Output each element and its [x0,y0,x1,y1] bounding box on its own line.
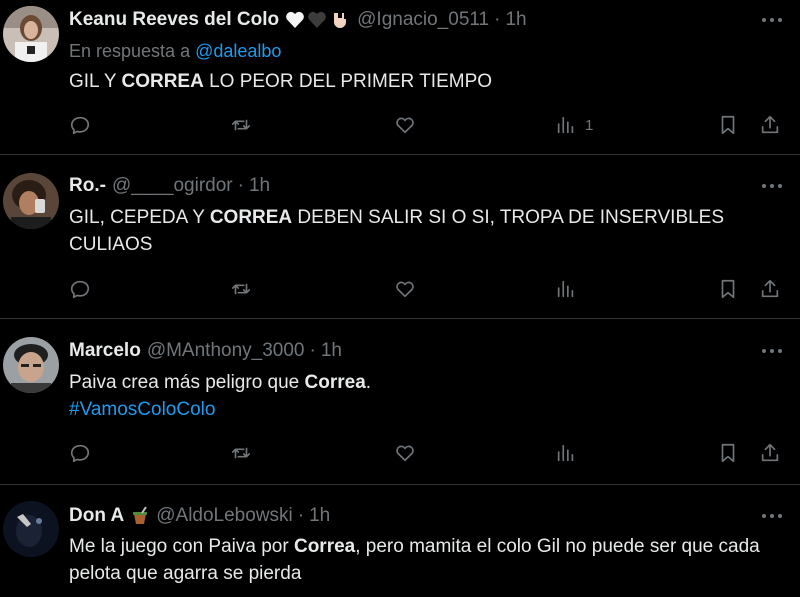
hashtag-link[interactable]: #VamosColoColo [69,396,760,423]
reply-icon [70,280,90,299]
like-button[interactable] [394,110,416,140]
retweet-icon [231,447,251,459]
share-icon [761,443,779,462]
user-handle[interactable]: @AldoLebowski [156,505,293,527]
tweet-text: GIL, CEPEDA Y CORREA DEBEN SALIR SI O SI… [69,207,725,255]
display-name[interactable]: Marcelo [69,340,141,362]
more-options-icon[interactable] [760,506,784,526]
tweet-header: Keanu Reeves del Colo @Ignacio_0511 · 1h [69,8,527,32]
separator-dot: · [297,505,305,526]
reply-button[interactable] [69,274,91,304]
tweet-header: Ro.- @____ogirdor · 1h [69,174,270,198]
timestamp[interactable]: 1h [505,9,526,31]
timestamp[interactable]: 1h [309,505,330,527]
tweet[interactable]: Ro.- @____ogirdor · 1h GIL, CEPEDA Y COR… [0,156,800,319]
heart-icon [396,445,414,462]
separator-dot: · [309,340,316,361]
views-button[interactable]: 1 [555,110,593,140]
reply-context: En respuesta a @dalealbo [69,41,281,62]
reply-prefix: En respuesta a [69,41,191,61]
user-handle[interactable]: @MAnthony_3000 [147,340,305,362]
action-bar [69,274,790,304]
reply-icon [70,444,90,463]
share-button[interactable] [759,110,781,140]
views-button[interactable] [555,438,577,468]
tweet-header: Don A @AldoLebowski · 1h [69,504,330,528]
white-heart-icon [286,11,304,28]
more-options-icon[interactable] [760,10,784,30]
reply-icon [70,116,90,135]
separator-dot: · [237,175,244,196]
separator-dot: · [494,9,501,30]
avatar[interactable] [3,6,59,62]
views-icon [557,116,574,134]
display-name[interactable]: Don A [69,505,124,527]
share-icon [761,279,779,298]
tweet-text: GIL Y CORREA LO PEOR DEL PRIMER TIEMPO [69,71,493,92]
action-bar [69,438,790,468]
bookmark-icon [721,443,735,463]
reply-button[interactable] [69,438,91,468]
bookmark-icon [721,279,735,299]
reply-mention-link[interactable]: @dalealbo [195,41,281,61]
like-button[interactable] [394,438,416,468]
retweet-icon [231,283,251,295]
tweet[interactable]: Don A @AldoLebowski · 1h Me la juego con… [0,486,800,597]
name-emojis [285,9,351,31]
name-emojis [130,506,150,526]
retweet-icon [231,119,251,131]
views-icon [557,444,574,462]
share-button[interactable] [759,274,781,304]
bookmark-button[interactable] [717,110,739,140]
bookmark-button[interactable] [717,274,739,304]
timestamp[interactable]: 1h [249,175,270,197]
retweet-button[interactable] [230,274,252,304]
rock-hand-icon [334,13,347,28]
more-options-icon[interactable] [760,341,784,361]
views-count: 1 [585,116,594,134]
share-button[interactable] [759,438,781,468]
tweet-header: Marcelo @MAnthony_3000 · 1h [69,339,342,363]
mate-cup-icon [133,506,148,524]
avatar[interactable] [3,337,59,393]
tweet-text: Paiva crea más peligro que Correa. #Vamos… [69,369,760,423]
share-icon [761,115,779,134]
bookmark-icon [721,115,735,135]
retweet-button[interactable] [230,110,252,140]
retweet-button[interactable] [230,438,252,468]
avatar[interactable] [3,173,59,229]
tweet[interactable]: Marcelo @MAnthony_3000 · 1h Paiva crea m… [0,320,800,485]
display-name[interactable]: Keanu Reeves del Colo [69,9,279,31]
like-button[interactable] [394,274,416,304]
reply-button[interactable] [69,110,91,140]
views-icon [557,280,574,298]
tweet-text: Me la juego con Paiva por Correa, pero m… [69,536,760,584]
action-bar: 1 [69,110,790,140]
heart-icon [396,117,414,134]
user-handle[interactable]: @Ignacio_0511 [357,9,489,31]
black-heart-icon [308,11,326,28]
tweet[interactable]: Keanu Reeves del Colo @Ignacio_0511 · 1h… [0,0,800,155]
user-handle[interactable]: @____ogirdor [112,175,233,197]
avatar[interactable] [3,501,59,557]
heart-icon [396,281,414,298]
views-button[interactable] [555,274,577,304]
timestamp[interactable]: 1h [321,340,342,362]
more-options-icon[interactable] [760,176,784,196]
bookmark-button[interactable] [717,438,739,468]
display-name[interactable]: Ro.- [69,175,106,197]
